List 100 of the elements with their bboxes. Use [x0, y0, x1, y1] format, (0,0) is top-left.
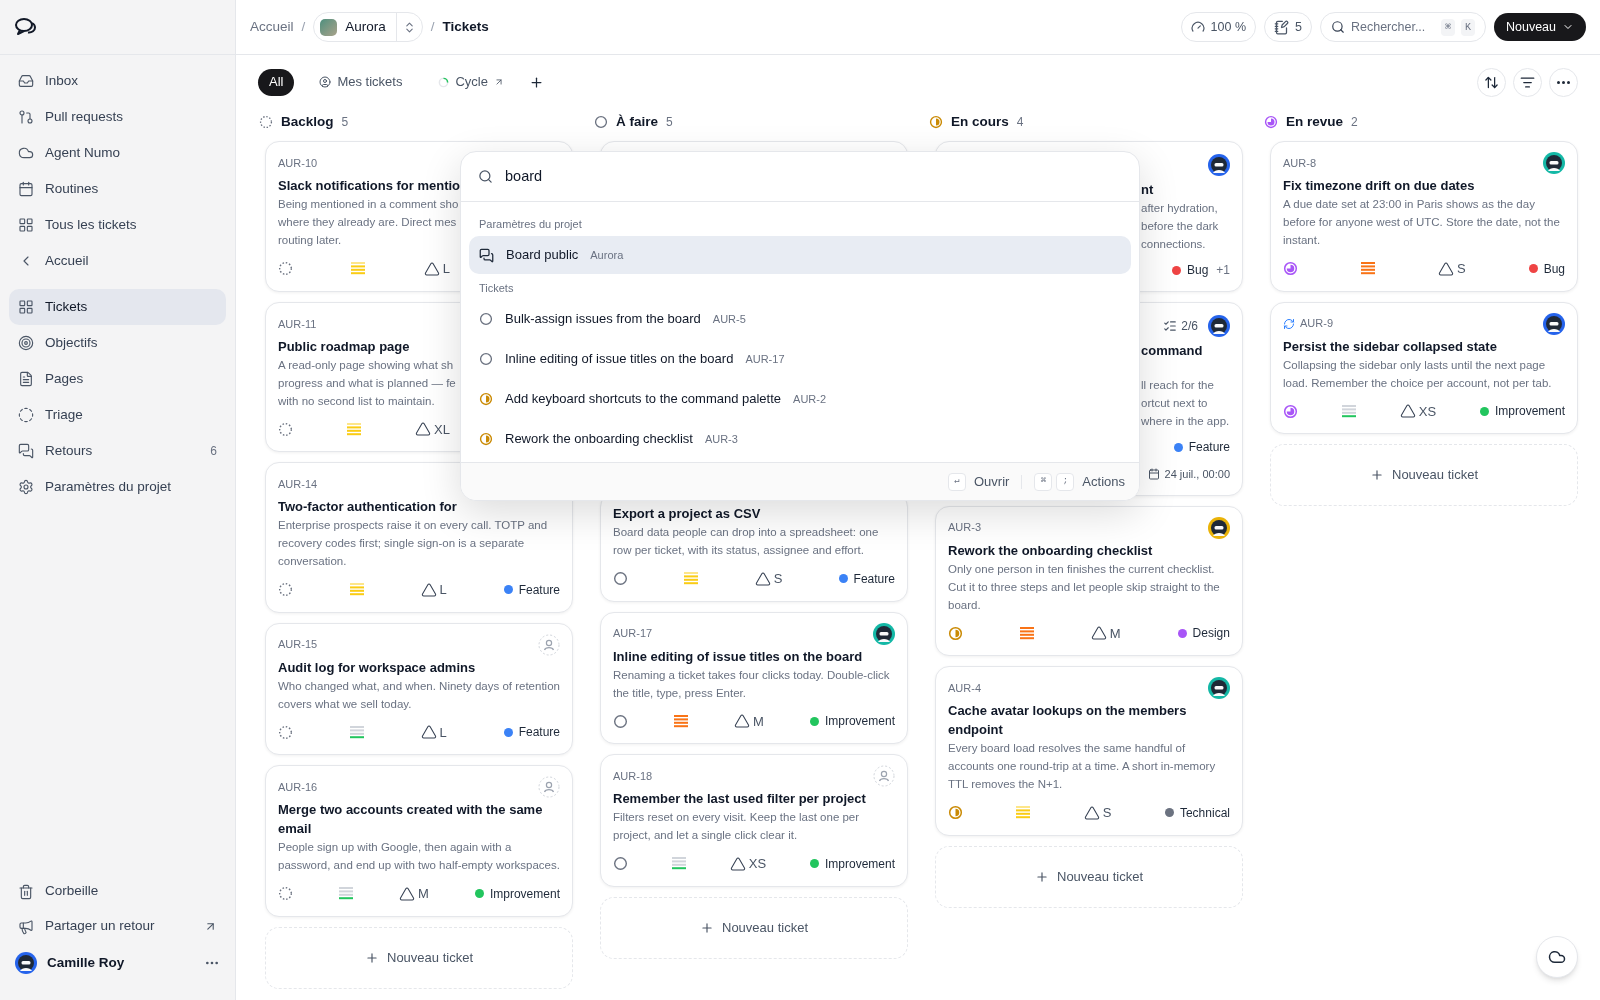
avatar-icon[interactable] — [1208, 154, 1230, 176]
footer-action[interactable]: Ouvrir — [973, 471, 1010, 492]
ticket-card[interactable]: AUR-15 Audit log for workspace admins Who changed what, and when. Ninety days of retention covers what we sell today. L Feature — [265, 622, 573, 755]
ticket-card[interactable]: AUR-3 Rework the onboarding checklist Only one person in ten finishes the current checklist. Cut it to three steps and let people skip straight to the board. M Design — [935, 505, 1243, 656]
search-icon — [1330, 20, 1345, 34]
cloud-icon — [18, 145, 34, 161]
sidebar-item[interactable]: Tickets — [9, 289, 226, 325]
logo-icon[interactable] — [14, 17, 38, 37]
ticket-card[interactable]: AUR-8 Fix timezone drift on due dates A due date set at 23:00 in Paris shows as the day before for anyone west of UTC. Store the date, not the instant. S Bug — [1270, 141, 1578, 292]
card-title: Audit log for workspace admins — [278, 658, 477, 677]
tag-label: Feature — [853, 570, 895, 588]
ticket-id: AUR-8 — [1283, 155, 1316, 171]
view-tab[interactable]: All — [258, 68, 295, 96]
card-description: Every board load resolves the same handful of accounts one round-trip at a time. A short in-memory TTL removes the N+1. — [948, 741, 1217, 792]
megaphone-icon — [18, 918, 34, 935]
sidebar-item[interactable]: Partager un retour — [9, 909, 226, 944]
avatar-icon[interactable] — [873, 622, 895, 645]
calendar-icon — [1147, 468, 1160, 481]
sidebar-item[interactable]: Triage — [9, 397, 226, 433]
new-ticket-button[interactable]: Nouveau ticket — [1270, 444, 1578, 506]
sidebar-item[interactable]: Retours 6 — [9, 433, 226, 469]
user-name[interactable]: Camille Roy — [47, 952, 194, 974]
avatar-icon[interactable] — [1208, 516, 1230, 539]
new-button[interactable]: Nouveau — [1493, 13, 1586, 41]
avatar-icon[interactable] — [1208, 677, 1230, 699]
help-button[interactable] — [1536, 936, 1578, 978]
ticket-card[interactable]: AUR-4 Cache avatar lookups on the members endpoint Every board load resolves the same handful of accounts one round-trip at a time. A short in-memory TTL removes the N+1. S Technical — [935, 666, 1243, 836]
footer-action[interactable]: Actions — [1082, 471, 1125, 492]
sidebar-item[interactable]: Agent Numo — [9, 135, 226, 171]
sidebar-item[interactable]: Accueil — [9, 243, 226, 279]
ticket-card[interactable]: AUR-18 Remember the last used filter per project Filters reset on every visit. Keep the last one per project, and let a single click clear it. XS Improvement — [600, 754, 908, 887]
sidebar-item[interactable]: Tous les tickets — [9, 207, 226, 243]
tag-label: Feature — [518, 581, 560, 599]
description-line: ortcut next to — [1141, 396, 1209, 411]
card-title: Merge two accounts created with the same email — [278, 801, 544, 838]
item-meta: AUR-3 — [704, 431, 738, 447]
card-description: Filters reset on every visit. Keep the last one per project, and let a single click clear it. — [613, 810, 861, 843]
grid-icon — [18, 299, 34, 315]
palette-search-field[interactable]: board — [461, 152, 1139, 202]
add-view-icon[interactable] — [529, 74, 544, 90]
palette-item[interactable]: Board public Aurora — [469, 236, 1131, 274]
column-count: 5 — [666, 114, 673, 131]
new-ticket-button[interactable]: Nouveau ticket — [935, 845, 1243, 908]
column-title: En revue — [1286, 112, 1344, 131]
tag-label: Improvement — [489, 885, 560, 903]
sidebar-item[interactable]: Corbeille — [9, 874, 226, 909]
ticket-id: AUR-14 — [278, 476, 318, 492]
view-tab[interactable]: Cycle — [427, 68, 515, 96]
ticket-id: AUR-3 — [948, 520, 981, 536]
card-title: Slack notifications for mentio — [278, 177, 461, 195]
item-meta: AUR-5 — [712, 311, 746, 327]
description-line: routing later. — [278, 233, 342, 248]
size-label: S — [1456, 260, 1466, 278]
sort-icon — [1484, 74, 1499, 90]
card-title: Inline editing of issue titles on the board — [613, 647, 864, 666]
card-title: Two-factor authentication for — [278, 498, 458, 516]
filter-icon — [1520, 74, 1535, 90]
sidebar-item[interactable]: Routines — [9, 171, 226, 207]
ticket-card[interactable]: AUR-14 Two-factor authentication for Enterprise prospects raise it on every call. TOTP and recovery codes first; single sign-on is a separate conversation. L Feature — [265, 462, 573, 613]
size-label: L — [439, 581, 447, 599]
tag-label: Bug — [1543, 260, 1565, 278]
ticket-card[interactable]: AUR-16 Merge two accounts created with the same email People sign up with Google, then again with a password, and end up with two half-empty workspaces. M Improvement — [265, 765, 573, 917]
avatar-icon[interactable] — [1543, 152, 1565, 174]
breadcrumb-link[interactable]: Accueil — [250, 16, 294, 38]
size-icon — [1083, 804, 1100, 821]
size-icon — [1437, 260, 1454, 277]
sidebar-item[interactable]: Pull requests — [9, 99, 226, 135]
ticket-card[interactable]: AUR-17 Inline editing of issue titles on the board Renaming a ticket takes four clicks today. Double-click the title, type, press Enter. M Improvement — [600, 611, 908, 744]
description-line: before the dark — [1141, 219, 1220, 234]
item-meta: Aurora — [590, 247, 624, 263]
new-ticket-button[interactable]: Nouveau ticket — [600, 896, 908, 959]
new-ticket-button[interactable]: Nouveau ticket — [265, 926, 573, 989]
size-icon — [420, 724, 437, 741]
extra-tags-count: +1 — [1216, 262, 1230, 279]
sidebar-item[interactable]: Paramètres du projet — [9, 469, 226, 505]
ticket-card[interactable]: AUR-9 Persist the sidebar collapsed state Collapsing the sidebar only lasts until the next page load. Remember the choice per account, not per tab. XS Improvement — [1270, 301, 1578, 434]
column-title: Backlog — [281, 112, 334, 131]
view-tab[interactable]: Mes tickets — [308, 68, 414, 96]
description-line: connections. — [1141, 237, 1207, 252]
size-icon — [423, 260, 440, 277]
avatar-icon[interactable] — [1208, 315, 1230, 337]
breadcrumb-separator: / — [430, 17, 435, 36]
tag-label: Feature — [518, 724, 560, 742]
column-title: À faire — [616, 112, 659, 131]
chat-icon — [479, 247, 494, 263]
shortcut-key: ⌘ — [1440, 18, 1455, 36]
inbox-icon — [18, 73, 34, 89]
notebook-icon — [1274, 19, 1289, 35]
description-line: ll reach for the — [1141, 378, 1215, 393]
avatar-icon[interactable] — [15, 952, 37, 974]
card-title: Rework the onboarding checklist — [948, 541, 1154, 560]
sidebar-item[interactable]: Inbox — [9, 63, 226, 99]
card-title: Export a project as CSV — [613, 505, 762, 523]
search-icon — [478, 169, 493, 184]
target-icon — [18, 335, 34, 351]
column-title: En cours — [951, 112, 1009, 131]
sidebar-item[interactable]: Objectifs — [9, 325, 226, 361]
avatar-icon[interactable] — [1543, 312, 1565, 335]
column-count: 2 — [1351, 114, 1358, 131]
sidebar-item[interactable]: Pages — [9, 361, 226, 397]
